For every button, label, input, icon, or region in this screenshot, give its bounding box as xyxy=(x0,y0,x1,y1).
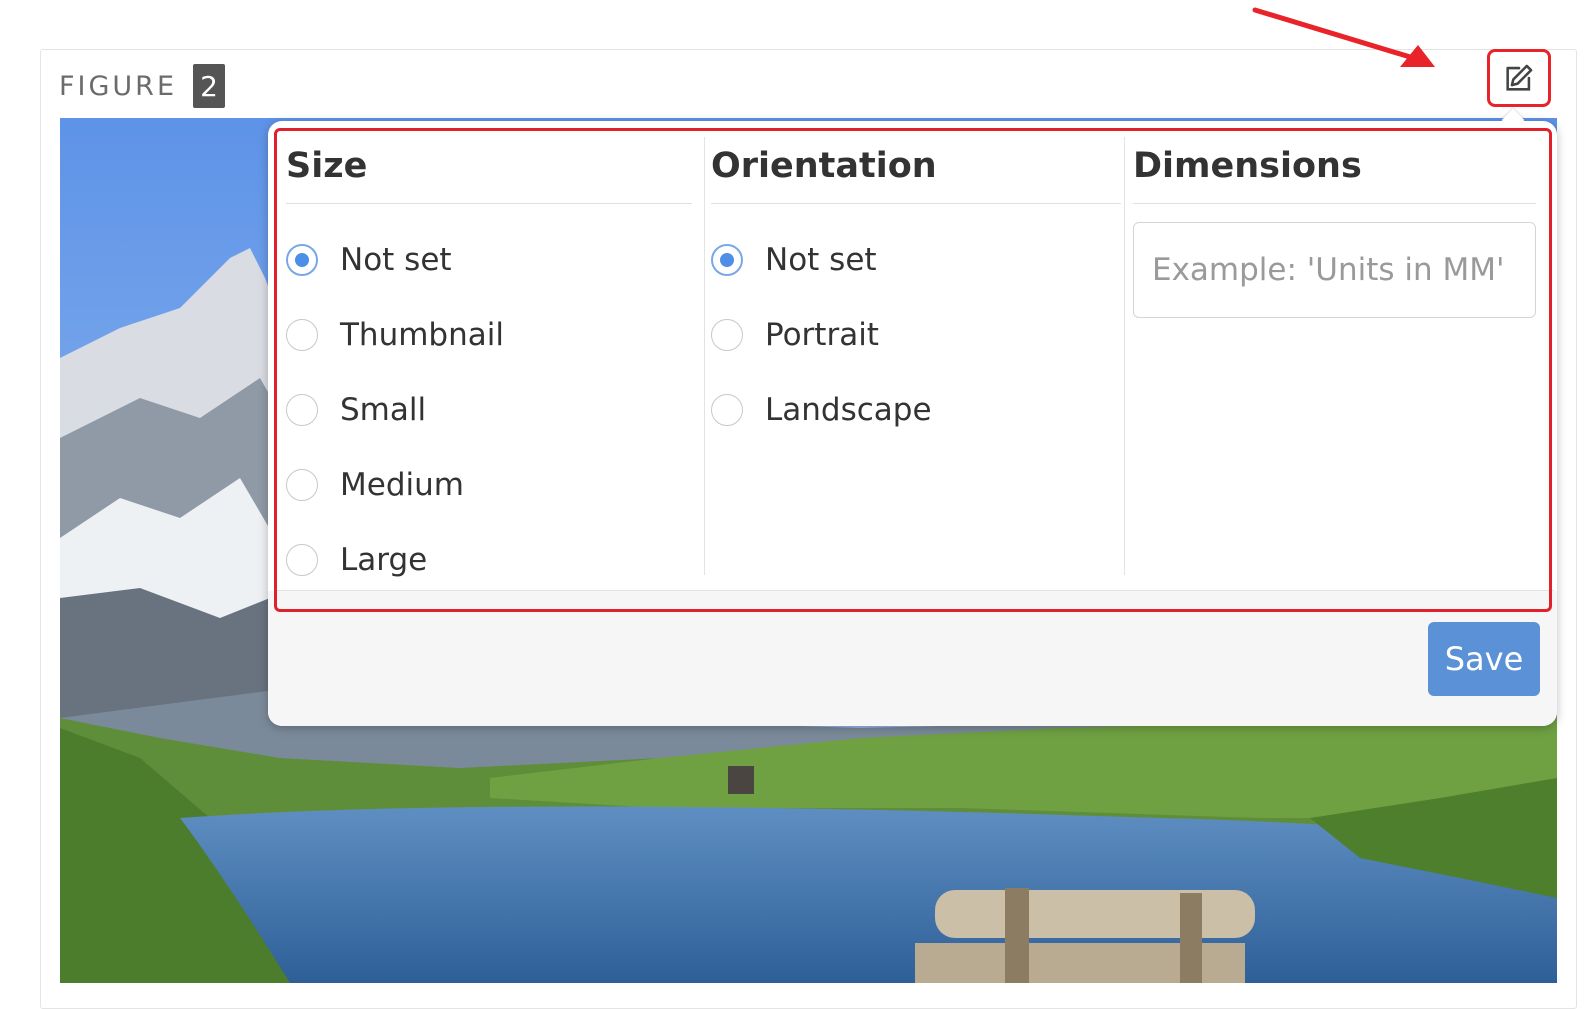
radio-label: Thumbnail xyxy=(340,316,504,353)
figure-label-text: FIGURE xyxy=(59,70,177,102)
save-button[interactable]: Save xyxy=(1428,622,1540,696)
popover-footer xyxy=(268,591,1557,726)
size-column: Size Not set Thumbnail Small Medium Large xyxy=(286,137,692,578)
orientation-column: Orientation Not set Portrait Landscape xyxy=(711,137,1121,575)
size-option-small[interactable]: Small xyxy=(286,372,692,447)
dimensions-title: Dimensions xyxy=(1133,137,1536,204)
size-option-large[interactable]: Large xyxy=(286,522,692,597)
radio-button[interactable] xyxy=(286,243,318,276)
size-option-not-set[interactable]: Not set xyxy=(286,222,692,297)
radio-label: Small xyxy=(340,391,427,428)
radio-label: Portrait xyxy=(765,316,879,353)
orientation-radio-group: Not set Portrait Landscape xyxy=(711,222,1121,447)
dimensions-column: Dimensions xyxy=(1133,137,1536,575)
radio-label: Landscape xyxy=(765,391,932,428)
column-divider xyxy=(1124,137,1125,575)
orientation-option-not-set[interactable]: Not set xyxy=(711,222,1121,297)
annotation-arrow-icon xyxy=(1252,7,1435,67)
orientation-option-landscape[interactable]: Landscape xyxy=(711,372,1121,447)
size-radio-group: Not set Thumbnail Small Medium Large xyxy=(286,222,692,597)
dimensions-input[interactable] xyxy=(1133,222,1536,318)
orientation-title: Orientation xyxy=(711,137,1121,204)
radio-button[interactable] xyxy=(286,543,318,576)
orientation-option-portrait[interactable]: Portrait xyxy=(711,297,1121,372)
pencil-square-icon xyxy=(1506,64,1533,91)
radio-label: Large xyxy=(340,541,428,578)
radio-label: Medium xyxy=(340,466,464,503)
radio-selected-dot xyxy=(295,252,309,267)
radio-button[interactable] xyxy=(711,393,743,426)
figure-caption: FIGURE 2 xyxy=(59,64,225,108)
figure-number-badge: 2 xyxy=(193,64,225,108)
size-title: Size xyxy=(286,137,692,204)
radio-selected-dot xyxy=(720,252,734,267)
size-option-thumbnail[interactable]: Thumbnail xyxy=(286,297,692,372)
radio-button[interactable] xyxy=(286,393,318,426)
radio-button[interactable] xyxy=(711,318,743,351)
size-option-medium[interactable]: Medium xyxy=(286,447,692,522)
radio-button[interactable] xyxy=(286,468,318,501)
radio-button[interactable] xyxy=(286,318,318,351)
edit-figure-button[interactable] xyxy=(1487,49,1551,107)
radio-button[interactable] xyxy=(711,243,743,276)
radio-label: Not set xyxy=(340,241,452,278)
radio-label: Not set xyxy=(765,241,877,278)
column-divider xyxy=(704,137,705,575)
